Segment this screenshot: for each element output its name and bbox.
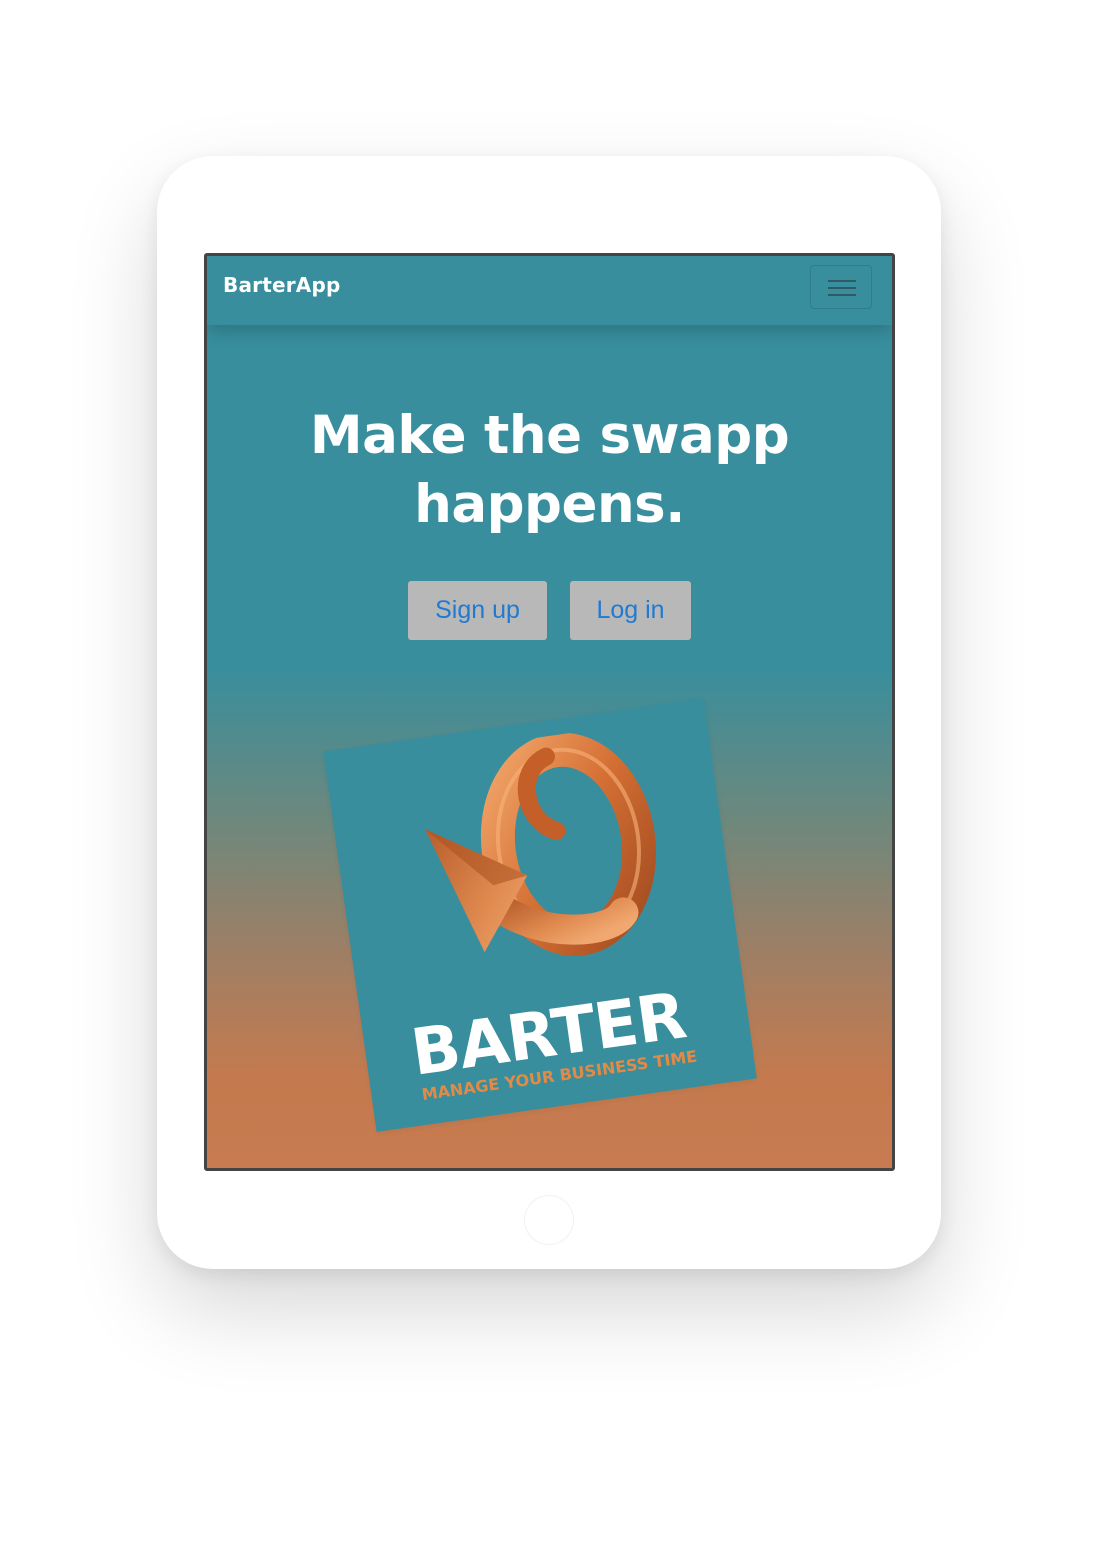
app-screen: BarterApp Make the swapp happens. Sign u… (204, 253, 895, 1171)
signup-button[interactable]: Sign up (408, 581, 547, 640)
headline-line-2: happens. (414, 474, 685, 535)
hamburger-menu-icon (828, 280, 856, 296)
home-button[interactable] (524, 1195, 574, 1245)
hero-headline: Make the swapp happens. (207, 401, 892, 539)
headline-line-1: Make the swapp (309, 405, 790, 466)
login-button[interactable]: Log in (570, 581, 691, 640)
barter-logo: BARTER MANAGE YOUR BUSINESS TIME (323, 698, 757, 1132)
swirl-arrow-icon (424, 732, 657, 956)
brand-link[interactable]: BarterApp (223, 273, 341, 297)
navbar: BarterApp (207, 256, 892, 325)
menu-toggle-button[interactable] (810, 265, 872, 309)
